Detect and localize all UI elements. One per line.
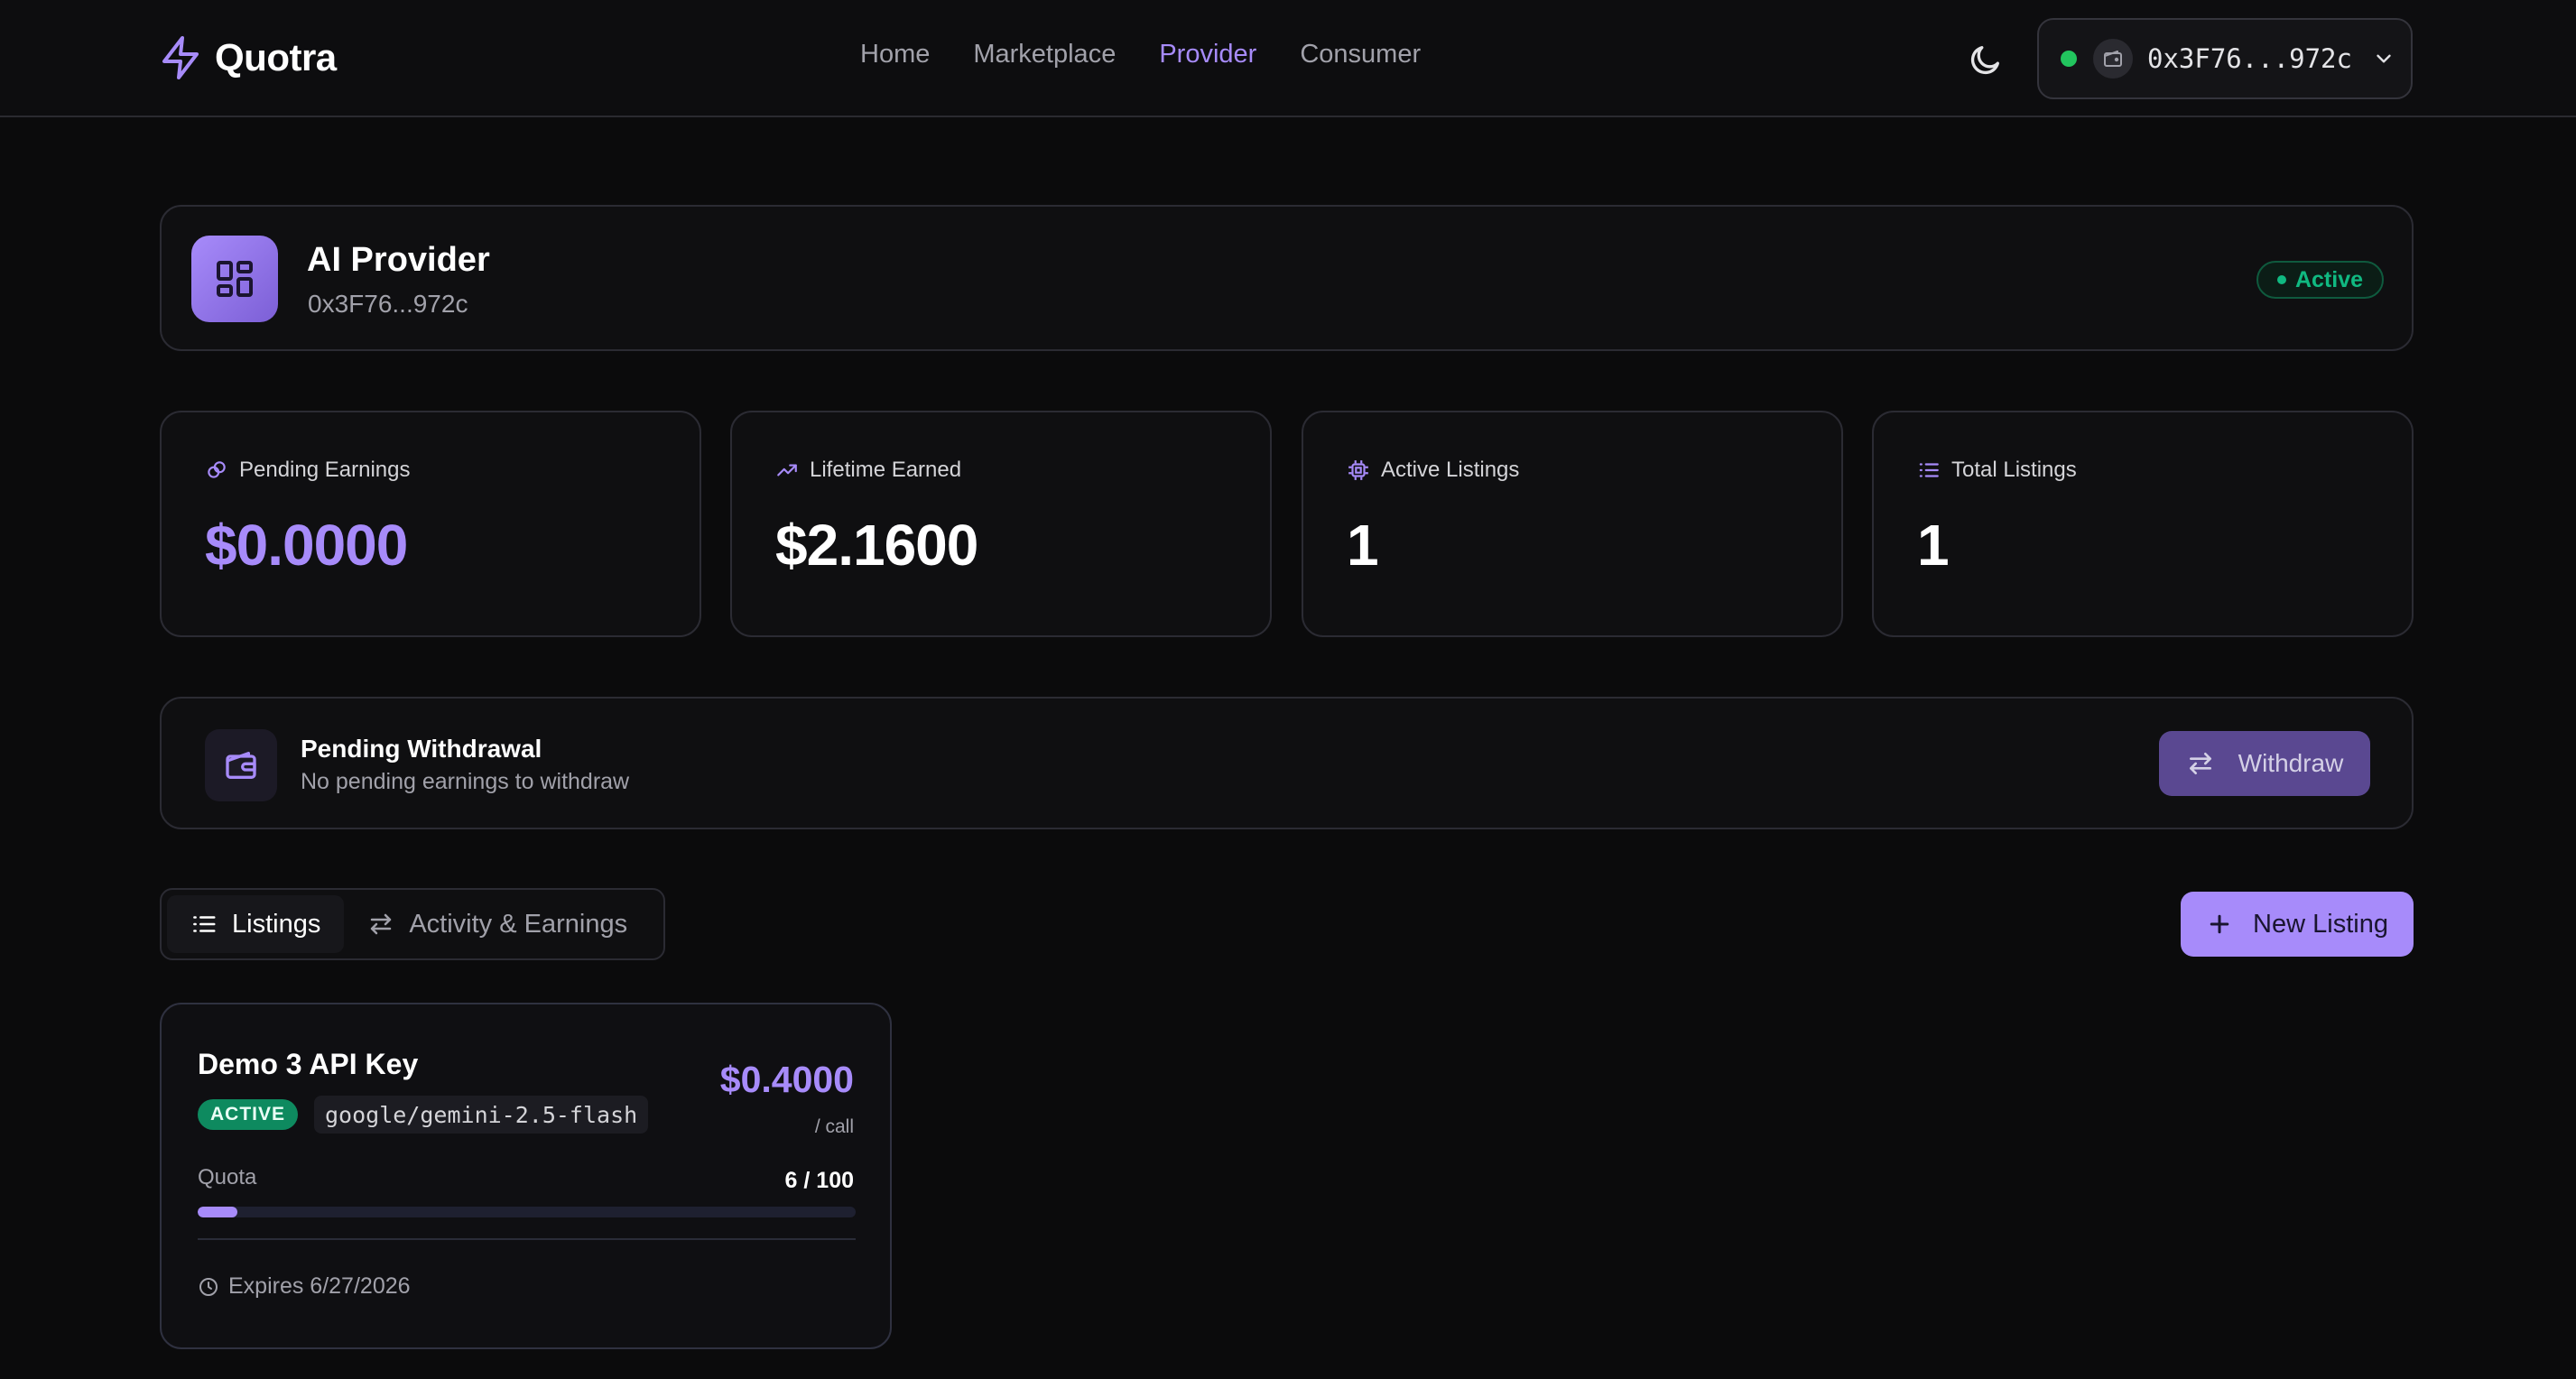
- connected-status-dot: [2061, 51, 2077, 67]
- lightning-icon: [162, 36, 199, 79]
- stat-value: 1: [1347, 513, 1379, 578]
- provider-profile-card: AI Provider 0x3F76...972c Active: [160, 205, 2414, 351]
- listing-price-unit: / call: [814, 1116, 854, 1137]
- swap-icon: [2189, 753, 2211, 774]
- stat-value: $0.0000: [205, 513, 408, 578]
- stat-card-total-listings: Total Listings 1: [1872, 411, 2414, 637]
- stat-label: Total Listings: [1917, 458, 2077, 483]
- stat-label-text: Total Listings: [1951, 458, 2077, 482]
- stat-card-pending-earnings: Pending Earnings $0.0000: [160, 411, 701, 637]
- theme-toggle-button[interactable]: [1968, 42, 2004, 78]
- stat-value: $2.1600: [775, 513, 978, 578]
- stat-card-active-listings: Active Listings 1: [1302, 411, 1843, 637]
- wallet-icon: [2104, 51, 2122, 67]
- stat-label-text: Lifetime Earned: [810, 458, 962, 482]
- stat-label: Active Listings: [1347, 458, 1519, 483]
- new-listing-label: New Listing: [2253, 909, 2388, 939]
- listing-model-tag: google/gemini-2.5-flash: [314, 1096, 649, 1134]
- list-icon: [193, 916, 216, 932]
- new-listing-button[interactable]: New Listing: [2181, 892, 2414, 957]
- chip-icon: [1348, 460, 1368, 480]
- status-text: Active: [2294, 266, 2364, 292]
- quota-label: Quota: [198, 1165, 257, 1189]
- clock-icon: [199, 1277, 218, 1296]
- withdraw-title: Pending Withdrawal: [301, 735, 542, 763]
- trending-up-icon: [777, 464, 797, 477]
- plus-icon: [2210, 914, 2229, 934]
- tab-listings[interactable]: Listings: [167, 895, 345, 953]
- nav-provider[interactable]: Provider: [1159, 40, 1256, 69]
- nav-home[interactable]: Home: [860, 40, 930, 69]
- status-dot: [2276, 275, 2286, 284]
- stat-value: 1: [1917, 513, 1950, 578]
- listing-name: Demo 3 API Key: [198, 1048, 419, 1080]
- wallet-icon: [226, 752, 256, 779]
- dashboard-icon: [217, 261, 253, 297]
- withdraw-button-label: Withdraw: [2238, 749, 2344, 777]
- listing-card[interactable]: Demo 3 API Key ACTIVE google/gemini-2.5-…: [160, 1003, 892, 1349]
- tab-label: Listings: [232, 909, 321, 939]
- quota-value: 6 / 100: [784, 1168, 854, 1193]
- tab-activity-earnings[interactable]: Activity & Earnings: [344, 895, 651, 953]
- withdraw-subtitle: No pending earnings to withdraw: [301, 769, 630, 794]
- divider: [198, 1238, 856, 1240]
- expiry-text: Expires 6/27/2026: [228, 1273, 411, 1299]
- swap-icon: [371, 913, 392, 935]
- listing-price: $0.4000: [719, 1059, 854, 1100]
- listing-tabs: Listings Activity & Earnings: [160, 888, 665, 960]
- list-icon: [1919, 463, 1939, 477]
- withdraw-button[interactable]: Withdraw: [2159, 731, 2370, 796]
- stat-label-text: Active Listings: [1381, 458, 1520, 482]
- provider-avatar: [191, 236, 278, 322]
- quota-progress-fill: [198, 1207, 237, 1217]
- stat-label: Lifetime Earned: [775, 458, 961, 483]
- provider-address: 0x3F76...972c: [308, 290, 468, 318]
- stat-card-lifetime-earned: Lifetime Earned $2.1600: [730, 411, 1272, 637]
- main-nav: Home Marketplace Provider Consumer: [860, 40, 1421, 69]
- listing-expiry: Expires 6/27/2026: [198, 1273, 411, 1300]
- withdraw-wallet-tile: [205, 729, 277, 801]
- wallet-avatar: [2093, 39, 2133, 79]
- stat-label: Pending Earnings: [205, 458, 410, 483]
- moon-icon: [1970, 46, 1999, 75]
- tab-label: Activity & Earnings: [409, 909, 628, 939]
- logo-text: Quotra: [215, 36, 337, 79]
- wallet-button[interactable]: 0x3F76...972c: [2037, 18, 2413, 99]
- quota-progress-bar: [198, 1207, 856, 1217]
- provider-status-badge: Active: [2256, 261, 2384, 299]
- provider-name: AI Provider: [307, 241, 490, 279]
- wallet-address: 0x3F76...972c: [2147, 43, 2352, 74]
- listing-status-badge: ACTIVE: [198, 1099, 298, 1130]
- pending-withdrawal-card: Pending Withdrawal No pending earnings t…: [160, 697, 2414, 829]
- chevron-down-icon: [2377, 54, 2391, 63]
- nav-consumer[interactable]: Consumer: [1300, 40, 1421, 69]
- coins-icon: [208, 461, 226, 478]
- stat-label-text: Pending Earnings: [239, 458, 411, 482]
- nav-marketplace[interactable]: Marketplace: [973, 40, 1116, 69]
- top-navbar: Quotra Home Marketplace Provider Consume…: [0, 0, 2576, 117]
- logo[interactable]: Quotra: [159, 34, 337, 81]
